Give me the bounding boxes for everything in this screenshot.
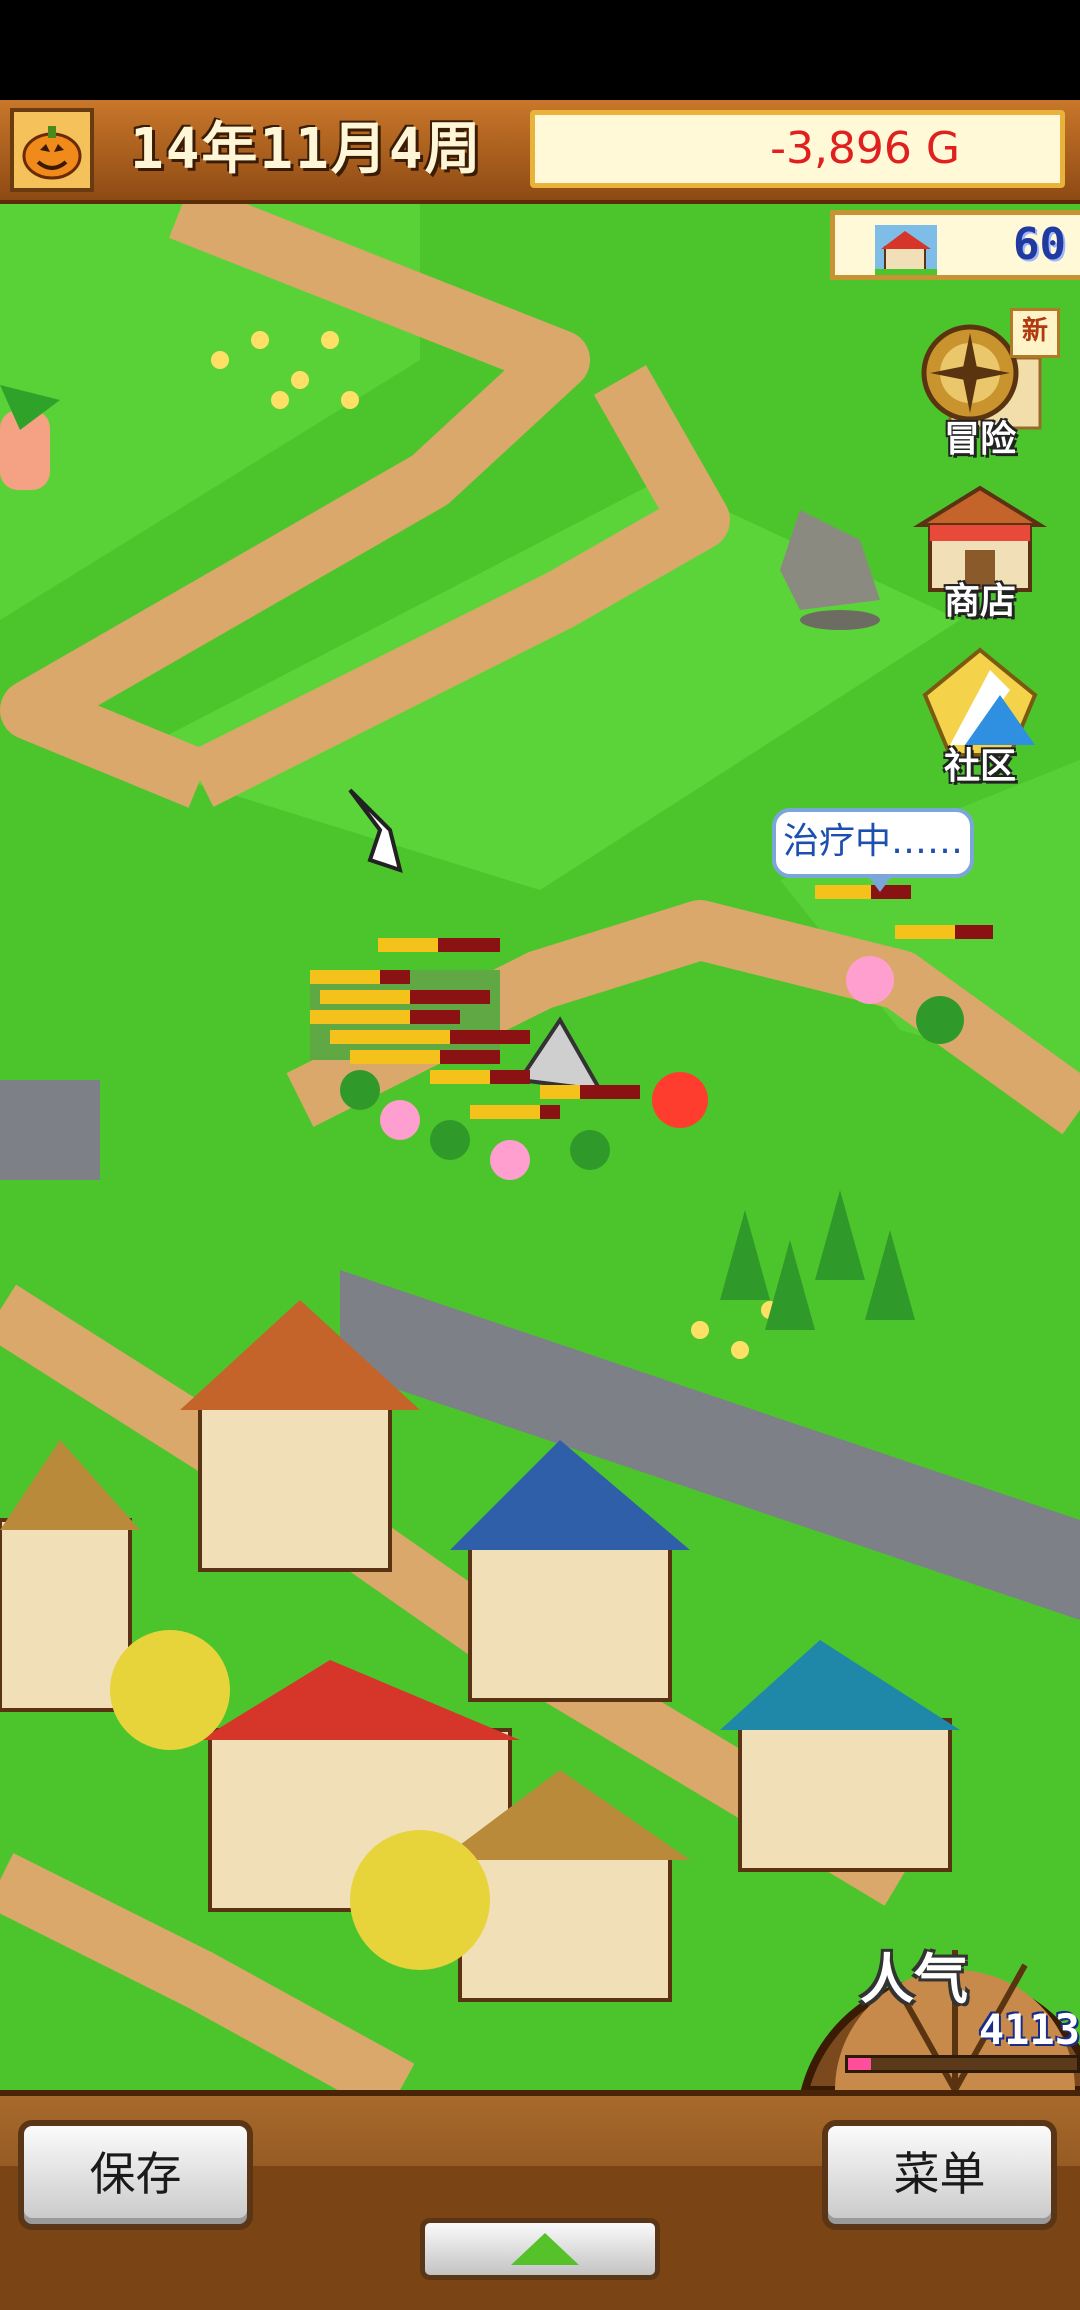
popularity-dial[interactable]: 人气 4113 bbox=[795, 1905, 1080, 2090]
yellow-tree bbox=[110, 1630, 230, 1750]
shop-label: 商店 bbox=[943, 581, 1016, 622]
adventure-label: 冒险 bbox=[943, 419, 1016, 460]
money-panel: -3,896 G bbox=[530, 110, 1065, 188]
game-screen: 14年11月4周 -3,896 G 60 新 冒险 商店 社区 治疗中…… 人气… bbox=[0, 0, 1080, 2310]
town-icon bbox=[875, 225, 937, 275]
menu-button[interactable]: 菜单 bbox=[822, 2120, 1057, 2230]
expand-toolbar-button[interactable] bbox=[420, 2218, 660, 2280]
town-rank-panel[interactable]: 60 bbox=[830, 210, 1080, 280]
popularity-bar bbox=[845, 2055, 1080, 2073]
new-badge: 新 bbox=[1010, 308, 1060, 358]
community-label: 社区 bbox=[943, 746, 1016, 787]
money-value: -3,896 G bbox=[770, 123, 960, 174]
healing-speech-bubble: 治疗中…… bbox=[772, 808, 974, 892]
hero-npc bbox=[652, 1072, 708, 1128]
up-arrow-icon bbox=[511, 2233, 579, 2265]
date-display: 14年11月4周 bbox=[130, 117, 483, 182]
yellow-tree bbox=[350, 1830, 490, 1970]
top-hud: 14年11月4周 -3,896 G bbox=[0, 100, 1080, 204]
shop-button[interactable]: 商店 bbox=[910, 480, 1050, 622]
popularity-bar-fill bbox=[848, 2058, 871, 2070]
community-button[interactable]: 社区 bbox=[910, 645, 1050, 787]
pumpkin-icon bbox=[10, 108, 94, 192]
popularity-value: 4113 bbox=[978, 2005, 1080, 2054]
adventure-button[interactable]: 新 冒险 bbox=[910, 308, 1060, 460]
town-count: 60 bbox=[1013, 219, 1066, 270]
status-bar bbox=[0, 0, 1080, 100]
save-button[interactable]: 保存 bbox=[18, 2120, 253, 2230]
popularity-label: 人气 bbox=[860, 1948, 968, 2011]
